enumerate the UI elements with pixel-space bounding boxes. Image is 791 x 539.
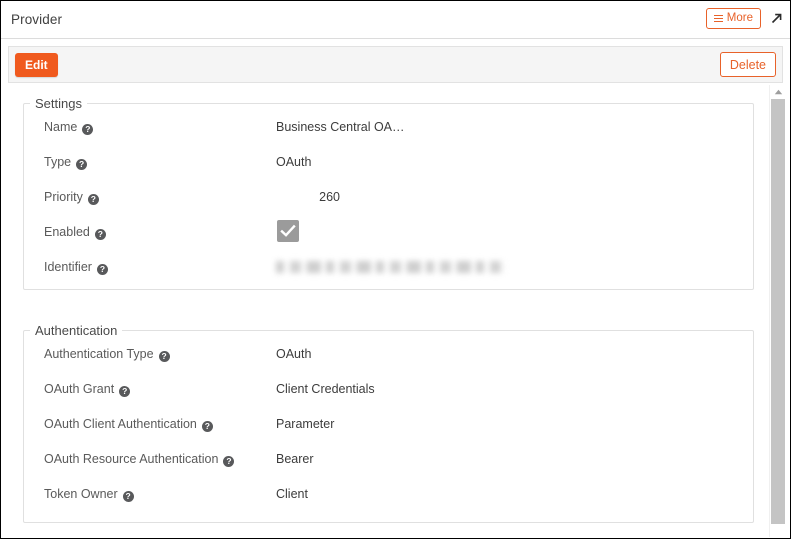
page-header: Provider More bbox=[1, 1, 790, 39]
field-label-text: Priority bbox=[44, 190, 83, 204]
settings-panel-legend: Settings bbox=[30, 96, 87, 111]
field-label-text: OAuth Resource Authentication bbox=[44, 452, 218, 466]
field-row: OAuth Resource Authentication? Bearer bbox=[24, 443, 753, 478]
settings-label-1: Type? bbox=[44, 155, 87, 170]
field-label-text: Identifier bbox=[44, 260, 92, 274]
authentication-label-1: OAuth Grant? bbox=[44, 382, 130, 397]
authentication-panel: Authentication Authentication Type?OAuth… bbox=[23, 323, 754, 523]
enabled-checkbox[interactable] bbox=[277, 220, 299, 242]
triangle-up-icon[interactable] bbox=[770, 85, 786, 99]
settings-label-4: Identifier? bbox=[44, 260, 108, 275]
field-label-text: Type bbox=[44, 155, 71, 169]
delete-button[interactable]: Delete bbox=[720, 52, 776, 77]
authentication-value-4: Client bbox=[276, 487, 308, 501]
authentication-label-3: OAuth Resource Authentication? bbox=[44, 452, 234, 467]
help-icon[interactable]: ? bbox=[95, 229, 106, 240]
authentication-label-2: OAuth Client Authentication? bbox=[44, 417, 213, 432]
action-toolbar: Edit Delete bbox=[8, 46, 783, 83]
field-label-text: Enabled bbox=[44, 225, 90, 239]
more-button[interactable]: More bbox=[706, 8, 761, 29]
more-button-label: More bbox=[727, 13, 753, 25]
page-title: Provider bbox=[11, 12, 62, 27]
settings-value-1: OAuth bbox=[276, 155, 311, 169]
field-row: OAuth Grant? Client Credentials bbox=[24, 373, 753, 408]
settings-value-2: 260 bbox=[276, 190, 340, 204]
help-icon[interactable]: ? bbox=[202, 421, 213, 432]
authentication-panel-legend: Authentication bbox=[30, 323, 122, 338]
help-icon[interactable]: ? bbox=[88, 194, 99, 205]
provider-detail-page: Provider More Edit Delete Settings Na bbox=[0, 0, 791, 539]
header-actions: More bbox=[706, 8, 784, 29]
field-row: Identifier? bbox=[24, 251, 753, 286]
help-icon[interactable]: ? bbox=[223, 456, 234, 467]
help-icon[interactable]: ? bbox=[119, 386, 130, 397]
authentication-value-0: OAuth bbox=[276, 347, 311, 361]
help-icon[interactable]: ? bbox=[82, 124, 93, 135]
settings-label-2: Priority? bbox=[44, 190, 99, 205]
settings-rows: Name? Business Central OA… Type? OAuth Prior… bbox=[24, 111, 753, 286]
external-link-arrow-icon[interactable] bbox=[768, 11, 784, 27]
settings-value-0: Business Central OA… bbox=[276, 120, 405, 134]
field-label-text: OAuth Client Authentication bbox=[44, 417, 197, 431]
field-row: Type? OAuth bbox=[24, 146, 753, 181]
settings-label-3: Enabled? bbox=[44, 225, 106, 240]
authentication-value-3: Bearer bbox=[276, 452, 314, 466]
vertical-scrollbar[interactable] bbox=[769, 85, 785, 537]
field-row: Name? Business Central OA… bbox=[24, 111, 753, 146]
authentication-value-1: Client Credentials bbox=[276, 382, 375, 396]
authentication-value-2: Parameter bbox=[276, 417, 334, 431]
detail-scroll-area: Settings Name?Business Central OA…Type?O… bbox=[1, 85, 768, 539]
authentication-label-4: Token Owner? bbox=[44, 487, 134, 502]
help-icon[interactable]: ? bbox=[159, 351, 170, 362]
authentication-rows: Authentication Type? OAuth OAuth Grant? Cli… bbox=[24, 338, 753, 513]
settings-label-0: Name? bbox=[44, 120, 93, 135]
field-row: Token Owner? Client bbox=[24, 478, 753, 513]
field-row: OAuth Client Authentication? Parameter bbox=[24, 408, 753, 443]
field-label-text: Token Owner bbox=[44, 487, 118, 501]
identifier-value-redacted bbox=[276, 257, 506, 277]
help-icon[interactable]: ? bbox=[123, 491, 134, 502]
field-label-text: OAuth Grant bbox=[44, 382, 114, 396]
authentication-label-0: Authentication Type? bbox=[44, 347, 170, 362]
field-label-text: Name bbox=[44, 120, 77, 134]
field-row: Enabled? bbox=[24, 216, 753, 251]
help-icon[interactable]: ? bbox=[97, 264, 108, 275]
field-row: Priority? 260 bbox=[24, 181, 753, 216]
hamburger-icon bbox=[714, 15, 723, 22]
field-label-text: Authentication Type bbox=[44, 347, 154, 361]
help-icon[interactable]: ? bbox=[76, 159, 87, 170]
scrollbar-track[interactable] bbox=[770, 99, 786, 537]
edit-button[interactable]: Edit bbox=[15, 53, 58, 77]
field-row: Authentication Type? OAuth bbox=[24, 338, 753, 373]
settings-panel: Settings Name? Business Central OA… Type? O… bbox=[23, 96, 754, 290]
scrollbar-thumb[interactable] bbox=[771, 99, 785, 524]
